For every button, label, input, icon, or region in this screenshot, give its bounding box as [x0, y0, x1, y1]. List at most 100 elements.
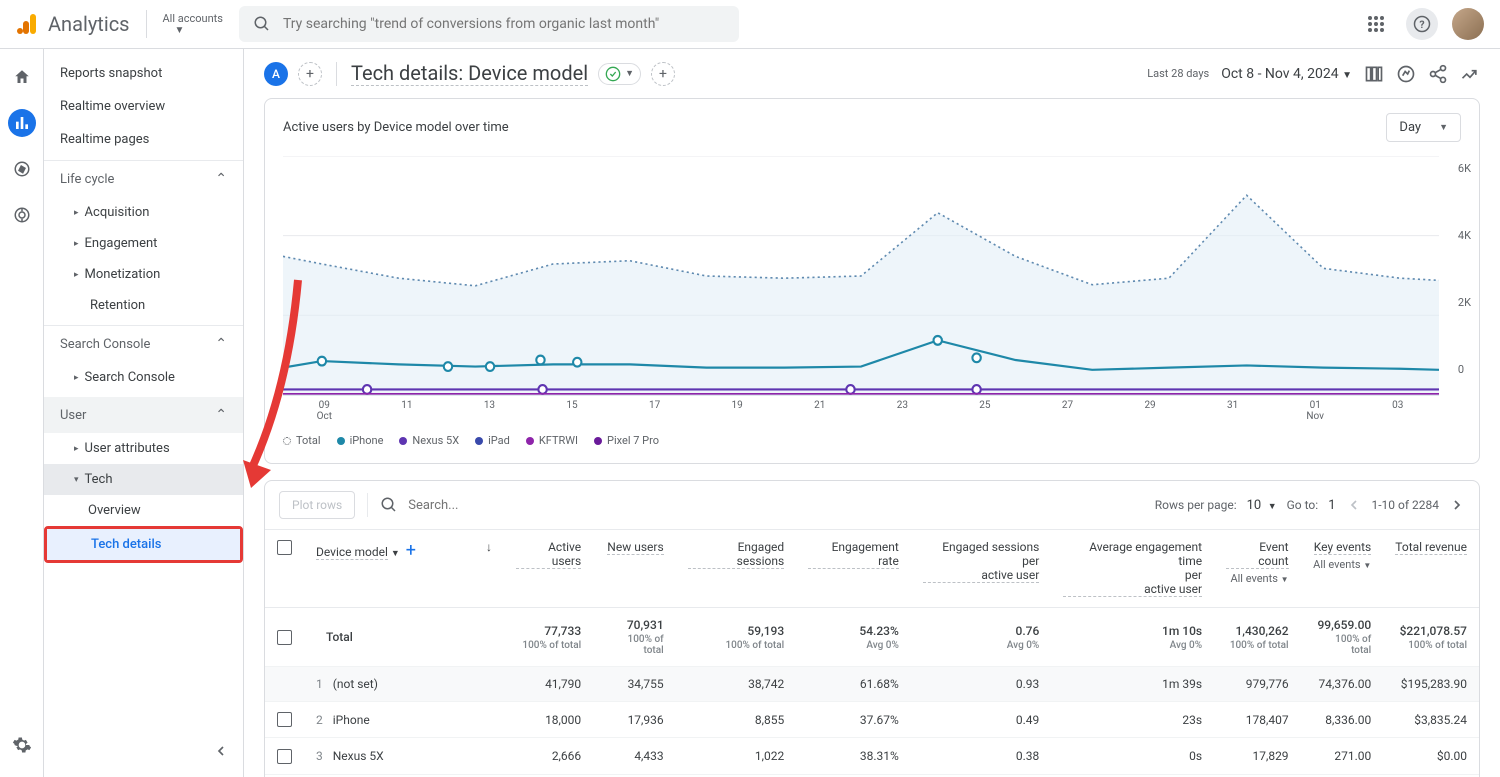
metric-value: 8,855	[688, 713, 785, 727]
explore-icon[interactable]	[8, 155, 36, 183]
legend-total[interactable]: Total	[283, 434, 321, 447]
chart: 6K4K2K0	[265, 156, 1479, 396]
table-row[interactable]: 2iPhone18,00017,9368,85537.67%0.4923s178…	[265, 702, 1479, 738]
sort-icon[interactable]: ↓	[486, 540, 492, 554]
nav-engagement[interactable]: ▸Engagement	[44, 228, 243, 259]
dimension-selector[interactable]: Device model	[316, 545, 388, 560]
add-dimension-button[interactable]: +	[406, 540, 416, 561]
nav-realtime-pages[interactable]: Realtime pages	[44, 123, 243, 156]
search-icon	[253, 15, 271, 33]
metric-value: 61.68%	[808, 677, 899, 691]
segment-chip[interactable]: A	[264, 62, 288, 86]
date-range-picker[interactable]: Oct 8 - Nov 4, 2024 ▼	[1221, 66, 1352, 82]
metric-value: 23s	[1063, 713, 1202, 727]
help-icon[interactable]: ?	[1406, 8, 1438, 40]
column-header[interactable]: Total revenue	[1395, 540, 1467, 555]
trend-icon[interactable]	[1460, 64, 1480, 84]
legend-pixel[interactable]: Pixel 7 Pro	[594, 434, 659, 447]
analytics-logo-icon	[16, 12, 40, 36]
user-avatar[interactable]	[1452, 8, 1484, 40]
status-pill[interactable]: ▼	[598, 63, 641, 85]
row-checkbox[interactable]	[277, 749, 292, 764]
share-icon[interactable]	[1428, 64, 1448, 84]
nav-retention[interactable]: Retention	[44, 290, 243, 321]
metric-value: 18,000	[516, 713, 581, 727]
apps-icon[interactable]	[1360, 8, 1392, 40]
select-all-checkbox[interactable]	[277, 540, 292, 555]
metric-value: 0.38	[923, 749, 1039, 763]
data-table: Device model ▼ + ↓Active usersNew usersE…	[265, 530, 1479, 777]
nav-acquisition[interactable]: ▸Acquisition	[44, 197, 243, 228]
table-row[interactable]: 1(not set)41,79034,75538,74261.68%0.931m…	[265, 667, 1479, 702]
nav-realtime-overview[interactable]: Realtime overview	[44, 90, 243, 123]
customize-icon[interactable]	[1364, 64, 1384, 84]
app-header: Analytics All accounts ▼ ?	[0, 0, 1500, 49]
pagination: Rows per page: 10 ▼ Go to: 1 1-10 of 228…	[1155, 497, 1465, 513]
metric-value: 37.67%	[808, 713, 899, 727]
column-header[interactable]: Average engagement time peractive user	[1063, 540, 1202, 597]
add-comparison-button[interactable]: +	[651, 62, 675, 86]
nav-reports-snapshot[interactable]: Reports snapshot	[44, 57, 243, 90]
metric-value: 17,936	[605, 713, 664, 727]
granularity-selector[interactable]: Day▼	[1386, 113, 1461, 142]
nav-section-searchconsole[interactable]: Search Console⌃	[44, 325, 243, 362]
metric-value: 38.31%	[808, 749, 899, 763]
insights-icon[interactable]	[1396, 64, 1416, 84]
search-input[interactable]	[283, 16, 725, 32]
column-header[interactable]: New users	[607, 540, 663, 555]
row-checkbox[interactable]	[277, 712, 292, 727]
chevron-down-icon: ▼	[175, 25, 223, 36]
account-selector[interactable]: All accounts ▼	[163, 12, 223, 36]
advertising-icon[interactable]	[8, 201, 36, 229]
search-icon	[380, 496, 398, 514]
plot-rows-button[interactable]: Plot rows	[279, 491, 355, 519]
metric-value: 1m 39s	[1063, 677, 1202, 691]
nav-tech[interactable]: ▾Tech	[44, 464, 243, 495]
rows-per-page-value[interactable]: 10 ▼	[1247, 498, 1277, 513]
table-row[interactable]: Total77,733100% of total70,931100% of to…	[265, 608, 1479, 667]
table-toolbar: Plot rows Rows per page: 10 ▼ Go to: 1 1…	[265, 481, 1479, 530]
nav-user-attributes[interactable]: ▸User attributes	[44, 433, 243, 464]
chevron-up-icon: ⌃	[215, 336, 227, 352]
chevron-up-icon: ⌃	[215, 171, 227, 187]
add-segment-button[interactable]: +	[298, 62, 322, 86]
settings-icon[interactable]	[8, 731, 36, 759]
column-header[interactable]: Engaged sessions peractive user	[923, 540, 1039, 583]
prev-page-icon[interactable]	[1346, 497, 1362, 513]
home-icon[interactable]	[8, 63, 36, 91]
column-header[interactable]: Active users	[516, 540, 581, 569]
metric-value: 59,193	[688, 624, 785, 638]
search-bar[interactable]	[239, 6, 739, 42]
nav-section-lifecycle[interactable]: Life cycle⌃	[44, 160, 243, 197]
legend-kftrwi[interactable]: KFTRWI	[526, 434, 578, 447]
table-row[interactable]: 3Nexus 5X2,6664,4331,02238.31%0.380s17,8…	[265, 738, 1479, 774]
legend-iphone[interactable]: iPhone	[337, 434, 384, 447]
column-header[interactable]: Engagement rate	[808, 540, 899, 569]
metric-value: 41,790	[516, 677, 581, 691]
metric-value: 271.00	[1313, 749, 1372, 763]
metric-value: 8,336.00	[1313, 713, 1372, 727]
metric-value: 17,829	[1226, 749, 1288, 763]
collapse-sidebar-icon[interactable]	[213, 743, 229, 763]
legend-nexus[interactable]: Nexus 5X	[399, 434, 459, 447]
column-filter[interactable]: All events ▼	[1313, 558, 1372, 571]
svg-text:?: ?	[1419, 18, 1424, 31]
table-search-input[interactable]	[408, 498, 1143, 513]
column-header[interactable]: Key events	[1314, 540, 1371, 555]
next-page-icon[interactable]	[1449, 497, 1465, 513]
nav-searchconsole[interactable]: ▸Search Console	[44, 362, 243, 393]
chart-title: Active users by Device model over time	[283, 120, 509, 135]
logo[interactable]: Analytics	[16, 12, 130, 36]
column-header[interactable]: Event count	[1226, 540, 1288, 569]
metric-value: $0.00	[1395, 749, 1467, 763]
nav-section-user[interactable]: User⌃	[44, 397, 243, 433]
column-header[interactable]: Engaged sessions	[688, 540, 785, 569]
row-checkbox[interactable]	[277, 630, 292, 645]
legend-ipad[interactable]: iPad	[475, 434, 510, 447]
nav-monetization[interactable]: ▸Monetization	[44, 259, 243, 290]
column-filter[interactable]: All events ▼	[1226, 572, 1288, 585]
nav-tech-overview[interactable]: Overview	[44, 495, 243, 526]
reports-icon[interactable]	[8, 109, 36, 137]
goto-value[interactable]: 1	[1328, 498, 1335, 513]
nav-tech-details[interactable]: Tech details	[47, 529, 240, 560]
